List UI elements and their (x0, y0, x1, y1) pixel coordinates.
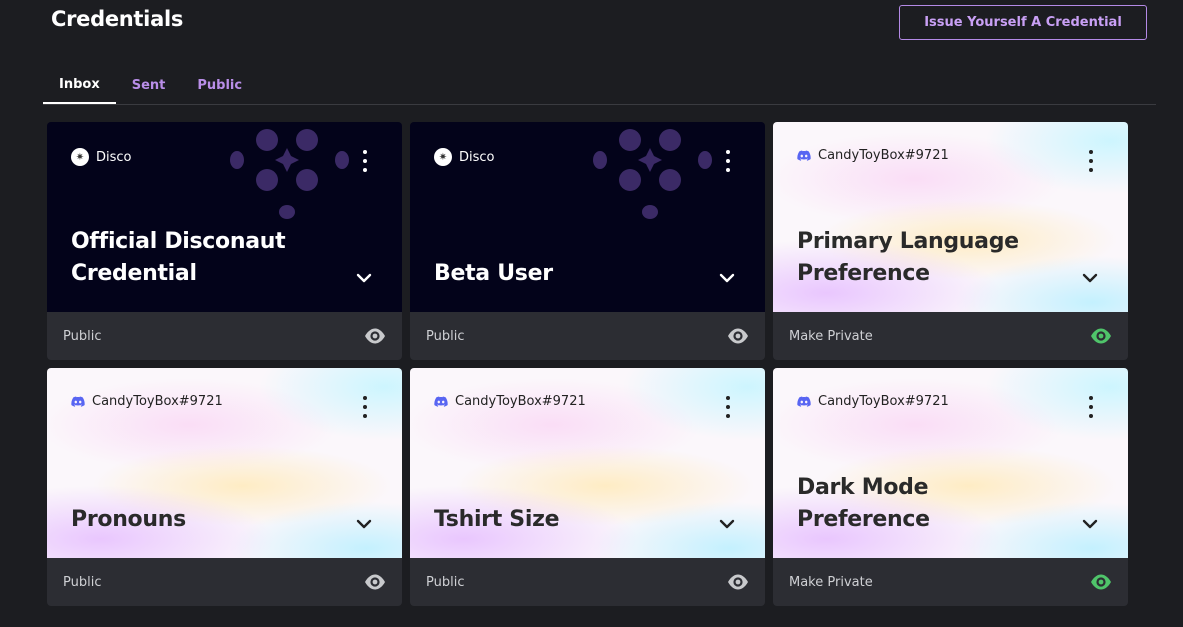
visibility-label: Make Private (789, 328, 873, 344)
card-footer: Public (47, 312, 402, 360)
credential-title: Official Disconaut Credential (71, 229, 286, 286)
chevron-down-icon[interactable] (1082, 272, 1098, 284)
visibility-label: Public (63, 574, 102, 590)
credential-card-face[interactable]: CandyToyBox#9721 Primary Language Prefer… (773, 122, 1128, 312)
credential-card[interactable]: CandyToyBox#9721 Primary Language Prefer… (773, 122, 1128, 360)
visibility-label: Public (63, 328, 102, 344)
eye-icon[interactable] (364, 574, 386, 590)
chevron-down-icon[interactable] (356, 272, 372, 284)
discord-icon (797, 395, 811, 409)
card-footer: Public (410, 312, 765, 360)
chevron-down-icon[interactable] (719, 518, 735, 530)
more-options-icon[interactable] (1086, 150, 1096, 172)
tab-sent[interactable]: Sent (116, 66, 182, 104)
credential-card[interactable]: ✷ Disco Beta User Public (410, 122, 765, 360)
more-options-icon[interactable] (360, 396, 370, 418)
credential-title: Tshirt Size (434, 507, 560, 532)
credential-card[interactable]: CandyToyBox#9721 Tshirt Size Public (410, 368, 765, 606)
issuer: ✷ Disco (71, 148, 132, 166)
disco-pattern-decoration (230, 129, 349, 219)
issuer-name: Disco (96, 149, 132, 165)
credential-title: Dark Mode Preference (797, 475, 930, 532)
chevron-down-icon[interactable] (1082, 518, 1098, 530)
card-footer: Public (410, 558, 765, 606)
credential-grid: ✷ Disco Official Disconaut Credential Pu… (47, 122, 1128, 606)
more-options-icon[interactable] (1086, 396, 1096, 418)
issuer-name: CandyToyBox#9721 (92, 394, 223, 409)
credential-card-face[interactable]: ✷ Disco Beta User (410, 122, 765, 312)
eye-icon[interactable] (727, 328, 749, 344)
credential-title: Primary Language Preference (797, 229, 1019, 286)
issuer-name: Disco (459, 149, 495, 165)
more-options-icon[interactable] (723, 396, 733, 418)
discord-icon (797, 149, 811, 163)
credential-title: Pronouns (71, 507, 186, 532)
discord-icon (71, 395, 85, 409)
issuer: CandyToyBox#9721 (434, 394, 586, 409)
disco-logo-icon: ✷ (434, 148, 452, 166)
credential-card[interactable]: CandyToyBox#9721 Dark Mode Preference Ma… (773, 368, 1128, 606)
credential-title: Beta User (434, 261, 553, 286)
credential-card-face[interactable]: CandyToyBox#9721 Dark Mode Preference (773, 368, 1128, 558)
issuer: ✷ Disco (434, 148, 495, 166)
credential-card-face[interactable]: CandyToyBox#9721 Tshirt Size (410, 368, 765, 558)
tab-inbox[interactable]: Inbox (43, 66, 116, 104)
discord-icon (434, 395, 448, 409)
credential-card-face[interactable]: ✷ Disco Official Disconaut Credential (47, 122, 402, 312)
issuer: CandyToyBox#9721 (797, 394, 949, 409)
issuer-name: CandyToyBox#9721 (455, 394, 586, 409)
eye-icon[interactable] (1090, 574, 1112, 590)
card-footer: Make Private (773, 312, 1128, 360)
card-footer: Public (47, 558, 402, 606)
page-title: Credentials (51, 7, 184, 31)
chevron-down-icon[interactable] (356, 518, 372, 530)
eye-icon[interactable] (727, 574, 749, 590)
issuer-name: CandyToyBox#9721 (818, 148, 949, 163)
disco-pattern-decoration (593, 129, 712, 219)
card-footer: Make Private (773, 558, 1128, 606)
more-options-icon[interactable] (723, 150, 733, 172)
disco-logo-icon: ✷ (71, 148, 89, 166)
issuer-name: CandyToyBox#9721 (818, 394, 949, 409)
eye-icon[interactable] (364, 328, 386, 344)
credential-card-face[interactable]: CandyToyBox#9721 Pronouns (47, 368, 402, 558)
tab-public[interactable]: Public (181, 66, 258, 104)
eye-icon[interactable] (1090, 328, 1112, 344)
issuer: CandyToyBox#9721 (797, 148, 949, 163)
chevron-down-icon[interactable] (719, 272, 735, 284)
more-options-icon[interactable] (360, 150, 370, 172)
issue-credential-button[interactable]: Issue Yourself A Credential (899, 5, 1147, 40)
visibility-label: Public (426, 328, 465, 344)
visibility-label: Make Private (789, 574, 873, 590)
visibility-label: Public (426, 574, 465, 590)
issuer: CandyToyBox#9721 (71, 394, 223, 409)
credential-tabs: Inbox Sent Public (43, 66, 1156, 105)
credential-card[interactable]: ✷ Disco Official Disconaut Credential Pu… (47, 122, 402, 360)
credential-card[interactable]: CandyToyBox#9721 Pronouns Public (47, 368, 402, 606)
